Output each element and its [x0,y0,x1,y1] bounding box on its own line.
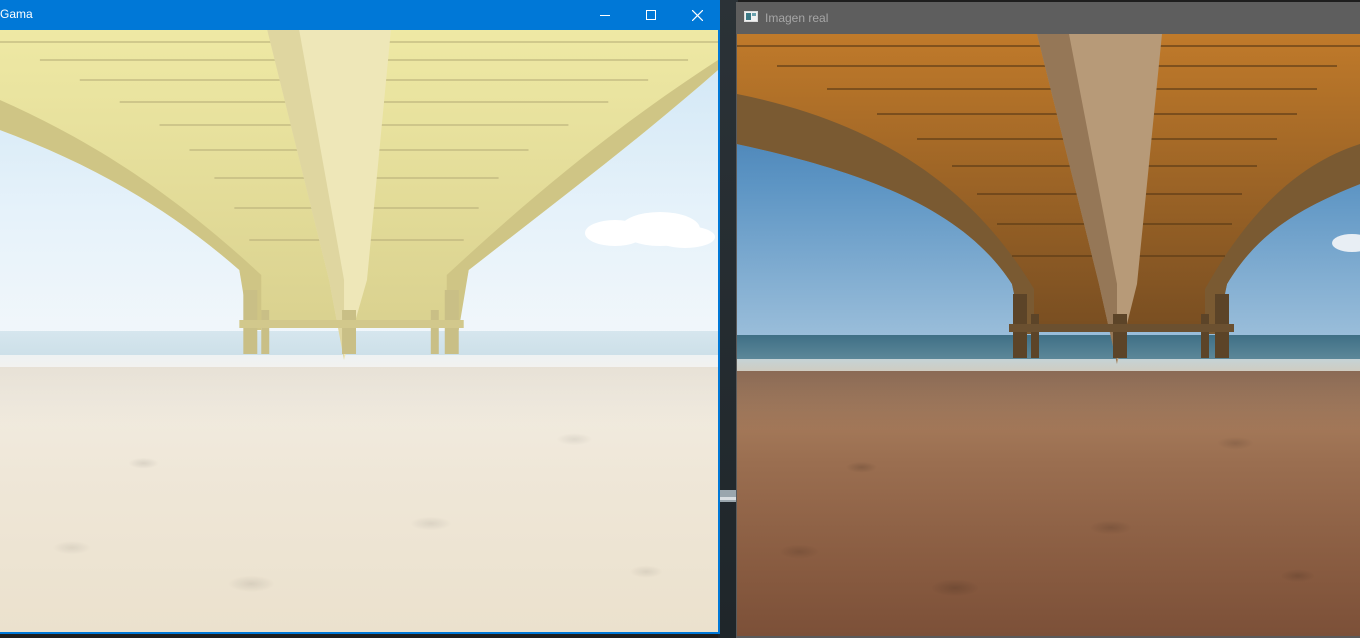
desktop-gap [718,0,738,638]
background-window-highlight [720,497,736,500]
original-image [737,34,1360,636]
maximize-icon [646,10,656,20]
close-button[interactable] [674,0,720,30]
gama-title-bar[interactable]: Gama [0,0,720,30]
maximize-button[interactable] [628,0,674,30]
imagen-real-title-bar[interactable]: Imagen real [736,2,1360,34]
background-window-edge [720,490,736,502]
window-title: Imagen real [765,11,829,25]
gama-window[interactable]: Gama [0,0,720,634]
imagen-real-window[interactable]: Imagen real [736,2,1360,638]
pier-structure [737,34,1360,364]
pier-structure [0,30,718,360]
window-title: Gama [0,7,33,21]
app-window-icon [744,11,758,22]
minimize-button[interactable] [582,0,628,30]
minimize-icon [600,15,610,16]
close-icon [691,9,703,21]
gamma-image [0,30,718,632]
